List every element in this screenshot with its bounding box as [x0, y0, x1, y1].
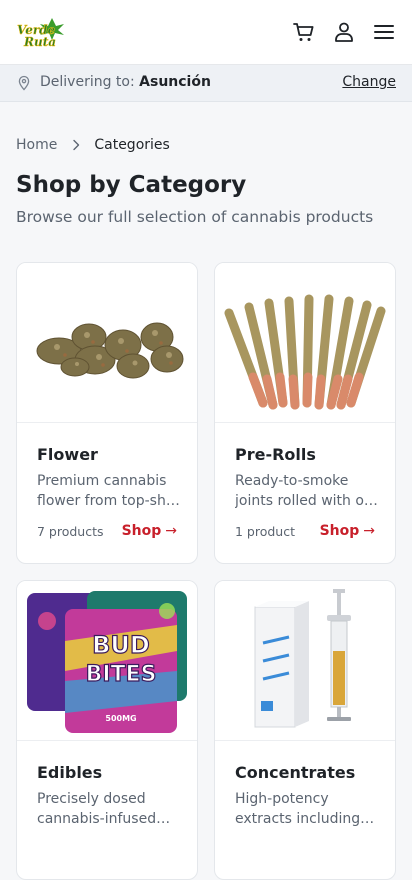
- category-name: Concentrates: [235, 763, 356, 782]
- category-card-pre-rolls[interactable]: Pre-Rolls Ready-to-smoke joints rolled w…: [214, 262, 396, 564]
- category-name: Edibles: [37, 763, 103, 782]
- delivery-label: Delivering to: Asunción: [40, 74, 211, 90]
- page-subtitle: Browse our full selection of cannabis pr…: [16, 208, 374, 226]
- description-line: Premium cannabis: [37, 473, 167, 489]
- dose-label: 500MG: [105, 714, 136, 723]
- brand-logo[interactable]: Verde Ruta: [16, 16, 66, 50]
- delivery-prefix: Delivering to:: [40, 74, 135, 90]
- category-card-concentrates[interactable]: Concentrates High-potency extracts inclu…: [214, 580, 396, 880]
- concentrates-image: [215, 581, 395, 741]
- menu-icon: [374, 25, 394, 39]
- pre-rolls-image: [215, 263, 395, 423]
- product-count: 1 product: [235, 524, 296, 539]
- shop-label: Shop: [319, 523, 360, 539]
- user-icon: [335, 22, 353, 42]
- category-description: Premium cannabis flower from top-sh…: [37, 471, 182, 511]
- cart-icon: [293, 23, 314, 41]
- shop-link[interactable]: Shop →: [122, 523, 177, 539]
- breadcrumb: Home Categories: [16, 135, 170, 155]
- page-title: Shop by Category: [16, 172, 247, 198]
- breadcrumb-home[interactable]: Home: [16, 137, 57, 153]
- category-card-edibles[interactable]: BUD BITES 500MG Edibles Precisely dosed …: [16, 580, 198, 880]
- category-description: Ready-to-smoke joints rolled with o…: [235, 471, 380, 511]
- arrow-right-icon: →: [363, 523, 375, 539]
- breadcrumb-current: Categories: [94, 137, 170, 153]
- description-line: flower from top-sh…: [37, 493, 180, 509]
- delivery-bar: Delivering to: Asunción Change: [0, 65, 412, 102]
- description-line: High-potency: [235, 791, 329, 807]
- bud-word: BUD: [92, 631, 150, 659]
- flower-image: [17, 263, 197, 423]
- edibles-image: BUD BITES 500MG: [17, 581, 197, 741]
- shop-link[interactable]: Shop →: [320, 523, 375, 539]
- description-line: Precisely dosed: [37, 791, 146, 807]
- description-line: joints rolled with o…: [235, 493, 378, 509]
- category-card-flower[interactable]: Flower Premium cannabis flower from top-…: [16, 262, 198, 564]
- logo-word-2: Ruta: [23, 35, 56, 49]
- description-line: Ready-to-smoke: [235, 473, 349, 489]
- shop-label: Shop: [121, 523, 162, 539]
- category-name: Flower: [37, 445, 98, 464]
- description-line: cannabis-infused…: [37, 811, 171, 827]
- account-button[interactable]: [331, 19, 357, 45]
- category-name: Pre-Rolls: [235, 445, 316, 464]
- description-line: extracts including…: [235, 811, 375, 827]
- chevron-right-icon: [70, 139, 82, 151]
- cart-button[interactable]: [291, 19, 317, 45]
- arrow-right-icon: →: [165, 523, 177, 539]
- category-description: Precisely dosed cannabis-infused…: [37, 789, 182, 829]
- menu-button[interactable]: [371, 19, 397, 45]
- delivery-city: Asunción: [139, 74, 211, 90]
- bites-word: BITES: [86, 662, 157, 687]
- location-pin-icon: [18, 75, 30, 91]
- logo-icon: Verde Ruta: [17, 18, 64, 49]
- top-header: Verde Ruta: [0, 0, 412, 65]
- category-description: High-potency extracts including…: [235, 789, 380, 829]
- product-count: 7 products: [37, 524, 104, 539]
- change-location-link[interactable]: Change: [342, 74, 396, 90]
